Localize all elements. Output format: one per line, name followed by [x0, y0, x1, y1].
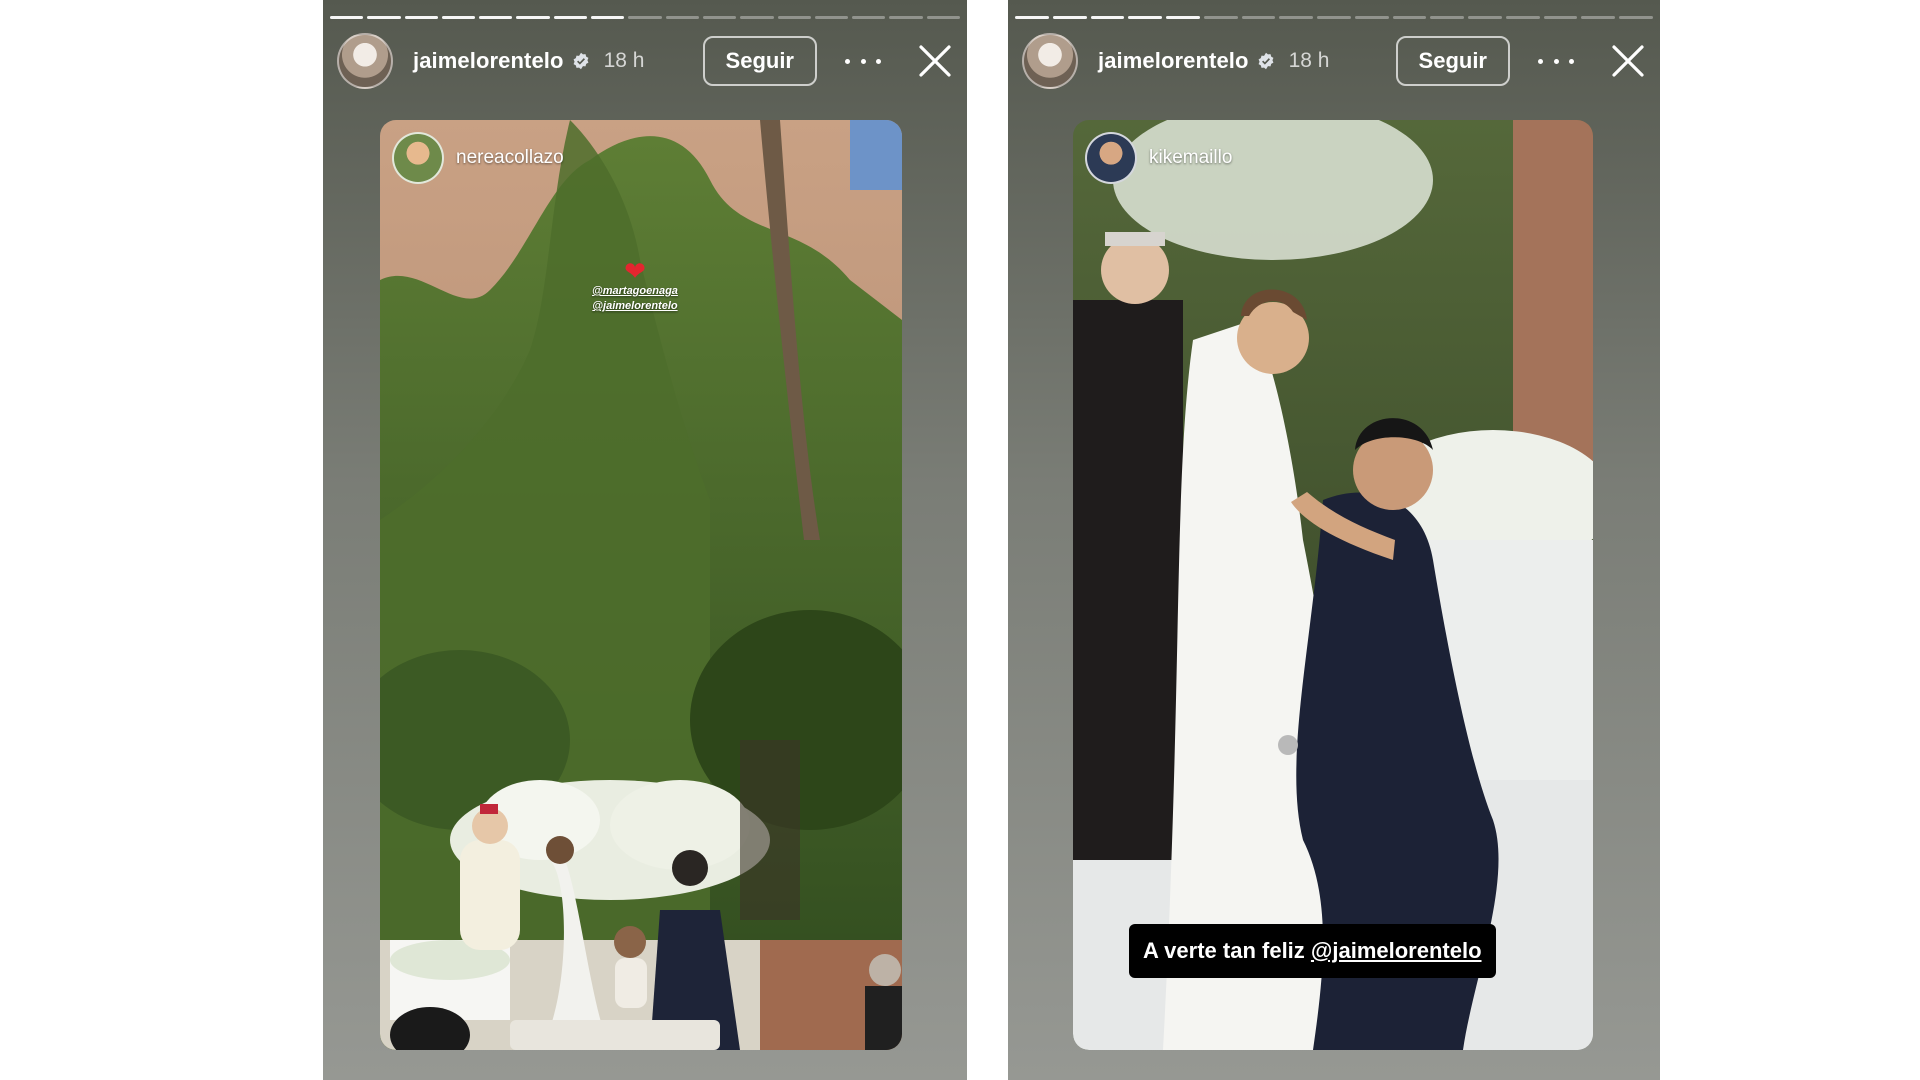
progress-segment: [665, 16, 699, 19]
progress-segment: [404, 16, 438, 19]
close-icon[interactable]: [1610, 43, 1646, 79]
more-options-icon[interactable]: [1538, 51, 1574, 71]
progress-segment: [1581, 16, 1616, 19]
profile-avatar[interactable]: [337, 33, 393, 89]
progress-segment: [553, 16, 588, 19]
progress-segment: [1241, 16, 1276, 19]
follow-button[interactable]: Seguir: [1395, 36, 1510, 86]
caption-mention[interactable]: @jaimelorentelo: [1311, 938, 1482, 963]
more-options-icon[interactable]: [845, 51, 881, 71]
heart-icon: ❤: [624, 256, 646, 286]
profile-avatar[interactable]: [1022, 33, 1078, 89]
verified-badge-icon: [1257, 52, 1275, 70]
progress-segment: [516, 16, 550, 19]
story-panel[interactable]: jaimelorentelo 18 h Seguir: [1008, 0, 1660, 1080]
username[interactable]: jaimelorentelo: [413, 48, 564, 74]
progress-segment: [740, 16, 774, 19]
close-icon[interactable]: [917, 43, 953, 79]
progress-segment: [1203, 16, 1238, 19]
progress-segment: [1128, 16, 1163, 19]
progress-segment: [852, 16, 886, 19]
mention-tag[interactable]: @martagoenaga: [592, 284, 678, 299]
wedding-couple-photo: [1073, 120, 1593, 1050]
progress-segment: [479, 16, 513, 19]
repost-attribution[interactable]: kikemaillo: [1085, 132, 1232, 184]
progress-segment: [591, 16, 625, 19]
post-time: 18 h: [1288, 49, 1330, 72]
story-header: jaimelorentelo 18 h Seguir: [337, 33, 953, 89]
post-time: 18 h: [603, 49, 645, 72]
progress-segment: [1279, 16, 1314, 19]
progress-segment: [889, 16, 923, 19]
progress-segment: [628, 16, 662, 19]
progress-segment: [1052, 16, 1087, 19]
progress-segment: [1468, 16, 1502, 19]
follow-button[interactable]: Seguir: [702, 36, 817, 86]
repost-username[interactable]: nereacollazo: [456, 147, 564, 169]
repost-avatar[interactable]: [392, 132, 444, 184]
progress-segment: [1619, 16, 1654, 19]
story-media-photo[interactable]: nereacollazo ❤ @martagoenaga @jaimeloren…: [380, 120, 902, 1050]
caption-text: A verte tan feliz: [1143, 938, 1305, 963]
progress-segment: [1090, 16, 1125, 19]
story-header: jaimelorentelo 18 h Seguir: [1022, 33, 1646, 89]
username[interactable]: jaimelorentelo: [1098, 48, 1249, 74]
progress-segment: [1430, 16, 1465, 19]
story-caption: A verte tan feliz @jaimelorentelo: [1129, 924, 1496, 978]
progress-segment: [777, 16, 811, 19]
mention-sticker[interactable]: ❤ @martagoenaga @jaimelorentelo: [592, 258, 678, 314]
progress-segment: [1505, 16, 1540, 19]
story-panel[interactable]: jaimelorentelo 18 h Seguir: [323, 0, 967, 1080]
story-progress-bar: [330, 16, 961, 19]
progress-segment: [441, 16, 476, 19]
progress-segment: [1317, 16, 1351, 19]
repost-attribution[interactable]: nereacollazo: [392, 132, 564, 184]
progress-segment: [1543, 16, 1578, 19]
progress-segment: [814, 16, 849, 19]
story-media-photo[interactable]: kikemaillo A verte tan feliz @jaimeloren…: [1073, 120, 1593, 1050]
progress-segment: [367, 16, 401, 19]
verified-badge-icon: [572, 52, 590, 70]
progress-segment: [702, 16, 737, 19]
progress-segment: [1166, 16, 1200, 19]
progress-segment: [1392, 16, 1427, 19]
progress-segment: [1354, 16, 1389, 19]
repost-username[interactable]: kikemaillo: [1149, 147, 1232, 169]
progress-segment: [330, 16, 364, 19]
mention-tag[interactable]: @jaimelorentelo: [592, 299, 678, 314]
progress-segment: [1015, 16, 1049, 19]
repost-avatar[interactable]: [1085, 132, 1137, 184]
progress-segment: [926, 16, 961, 19]
story-progress-bar: [1015, 16, 1654, 19]
